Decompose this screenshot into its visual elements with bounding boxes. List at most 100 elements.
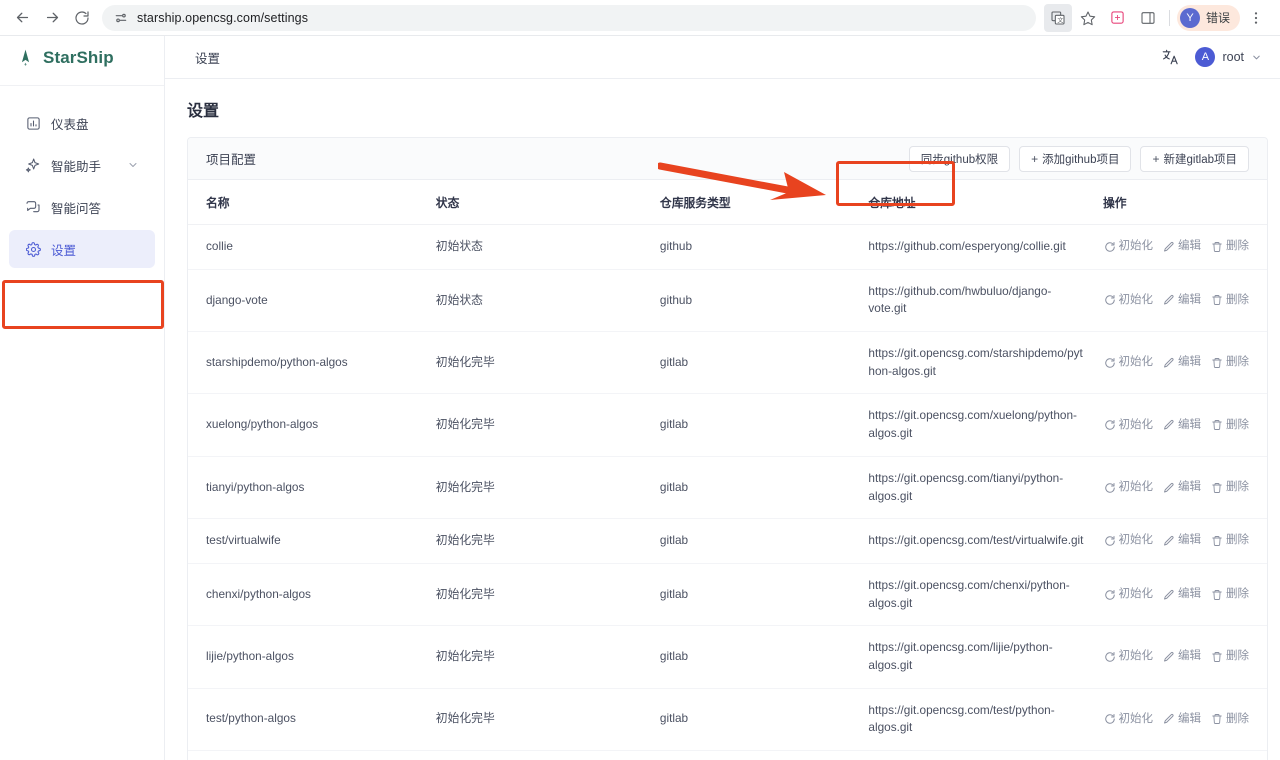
address-bar[interactable]: starship.opencsg.com/settings [102, 5, 1036, 31]
sidebar-item-settings[interactable]: 设置 [9, 230, 155, 268]
cell-repo-url: https://git.opencsg.com/test/python-algo… [860, 688, 1095, 750]
delete-action[interactable]: 删除 [1211, 354, 1249, 371]
init-action[interactable]: 初始化 [1104, 479, 1154, 496]
cell-repo-url: https://git.opencsg.com/test/virtualwife… [860, 519, 1095, 564]
translate-icon[interactable] [1161, 48, 1179, 66]
edit-action-label: 编辑 [1178, 648, 1201, 665]
user-menu[interactable]: A root [1195, 47, 1262, 67]
chevron-down-icon [1251, 52, 1262, 63]
delete-action[interactable]: 删除 [1211, 479, 1249, 496]
main-area: 设置 A root 设置 项目配置 [165, 36, 1280, 760]
cell-actions: 初始化 编辑删除 [1095, 269, 1267, 331]
table-row: tianyi/python-algos初始化完毕gitlabhttps://gi… [188, 456, 1267, 518]
extension-icon[interactable] [1104, 4, 1132, 32]
edit-action[interactable]: 编辑 [1163, 648, 1201, 665]
profile-avatar: Y [1180, 8, 1200, 28]
edit-action-label: 编辑 [1178, 238, 1201, 255]
column-header-actions: 操作 [1095, 180, 1267, 225]
topbar-actions: A root [1161, 47, 1262, 67]
init-action-label: 初始化 [1119, 354, 1154, 371]
edit-action[interactable]: 编辑 [1163, 354, 1201, 371]
cell-repo-type: gitlab [652, 626, 861, 688]
table-head: 名称 状态 仓库服务类型 仓库地址 操作 [188, 180, 1267, 225]
cell-actions: 初始化编辑删除 [1095, 751, 1267, 760]
sidebar-item-label: 智能助手 [51, 156, 101, 175]
init-action[interactable]: 初始化 [1104, 586, 1154, 603]
init-action[interactable]: 初始化 [1104, 711, 1154, 728]
translate-icon[interactable]: 文 [1044, 4, 1072, 32]
edit-action-label: 编辑 [1178, 479, 1201, 496]
cell-actions: 初始化编辑删除 [1095, 688, 1267, 750]
card-header: 项目配置 同步github权限 + 添加github项目 + 新建gitlab项… [188, 138, 1267, 180]
plus-icon: + [1152, 153, 1159, 165]
app-root: StarShip 仪表盘 智能助手 [0, 36, 1280, 760]
annotation-highlight-sidebar [2, 280, 164, 329]
sparkle-icon [25, 157, 41, 173]
cell-repo-url: https://git.opencsg.com/chenxi/python-al… [860, 563, 1095, 625]
url-text: starship.opencsg.com/settings [137, 11, 308, 25]
cell-repo-url: https://git.opencsg.com/xuelong/python-a… [860, 394, 1095, 456]
init-action-label: 初始化 [1119, 417, 1154, 434]
delete-action[interactable]: 删除 [1211, 292, 1249, 309]
cell-repo-type: github [652, 225, 861, 270]
delete-action[interactable]: 删除 [1211, 417, 1249, 434]
delete-action-label: 删除 [1226, 417, 1249, 434]
new-gitlab-project-button[interactable]: + 新建gitlab项目 [1140, 146, 1249, 172]
init-action[interactable]: 初始化 [1104, 417, 1154, 434]
cell-repo-type: gitlab [652, 394, 861, 456]
sidebar-item-dashboard[interactable]: 仪表盘 [9, 104, 155, 142]
delete-action-label: 删除 [1226, 586, 1249, 603]
init-action[interactable]: 初始化 [1104, 238, 1154, 255]
profile-chip[interactable]: Y 错误 [1177, 5, 1240, 31]
delete-action[interactable]: 删除 [1211, 238, 1249, 255]
column-header-status: 状态 [428, 180, 652, 225]
delete-action[interactable]: 删除 [1211, 586, 1249, 603]
edit-action-label: 编辑 [1178, 292, 1201, 309]
add-github-project-button[interactable]: + 添加github项目 [1019, 146, 1131, 172]
column-header-url: 仓库地址 [860, 180, 1095, 225]
edit-action[interactable]: 编辑 [1163, 532, 1201, 549]
delete-action-label: 删除 [1226, 354, 1249, 371]
delete-action[interactable]: 删除 [1211, 711, 1249, 728]
edit-action[interactable]: 编辑 [1163, 586, 1201, 603]
chevron-down-icon[interactable] [127, 159, 139, 171]
sync-github-permissions-button[interactable]: 同步github权限 [909, 146, 1010, 172]
starship-logo-icon [16, 48, 35, 67]
chrome-menu-icon[interactable] [1242, 4, 1270, 32]
bookmark-star-icon[interactable] [1074, 4, 1102, 32]
sidebar-item-qa[interactable]: 智能问答 [9, 188, 155, 226]
edit-action[interactable]: 编辑 [1163, 479, 1201, 496]
init-action-label: 初始化 [1119, 711, 1154, 728]
init-action[interactable]: 初始化 [1104, 648, 1154, 665]
cell-status: 初始化完毕 [428, 519, 652, 564]
edit-action[interactable]: 编辑 [1163, 711, 1201, 728]
site-settings-icon[interactable] [114, 11, 128, 25]
sidebar-item-assistant[interactable]: 智能助手 [9, 146, 155, 184]
edit-action[interactable]: 编辑 [1163, 238, 1201, 255]
forward-icon[interactable] [38, 4, 66, 32]
side-panel-icon[interactable] [1134, 4, 1162, 32]
delete-action[interactable]: 删除 [1211, 532, 1249, 549]
project-config-card: 项目配置 同步github权限 + 添加github项目 + 新建gitlab项… [187, 137, 1268, 760]
edit-action-label: 编辑 [1178, 354, 1201, 371]
reload-icon[interactable] [68, 4, 96, 32]
back-icon[interactable] [8, 4, 36, 32]
brand[interactable]: StarShip [0, 44, 164, 86]
init-action[interactable]: 初始化 [1104, 532, 1154, 549]
card-title: 项目配置 [206, 149, 256, 168]
edit-action[interactable]: 编辑 [1163, 292, 1201, 309]
toolbar-divider [1169, 10, 1170, 26]
cell-actions: 初始化 编辑删除 [1095, 456, 1267, 518]
row-actions: 初始化编辑 删除 [1103, 586, 1249, 603]
sync-github-permissions-label: 同步github权限 [921, 151, 998, 167]
edit-action[interactable]: 编辑 [1163, 417, 1201, 434]
cell-project-name: tianyi/python-algos [188, 456, 428, 518]
init-action[interactable]: 初始化 [1104, 354, 1154, 371]
cell-repo-type: gitlab [652, 519, 861, 564]
cell-status: 初始化完毕 [428, 751, 652, 760]
chat-icon [25, 199, 41, 215]
delete-action[interactable]: 删除 [1211, 648, 1249, 665]
cell-actions: 初始化 编辑删除 [1095, 225, 1267, 270]
avatar: A [1195, 47, 1215, 67]
init-action[interactable]: 初始化 [1104, 292, 1154, 309]
